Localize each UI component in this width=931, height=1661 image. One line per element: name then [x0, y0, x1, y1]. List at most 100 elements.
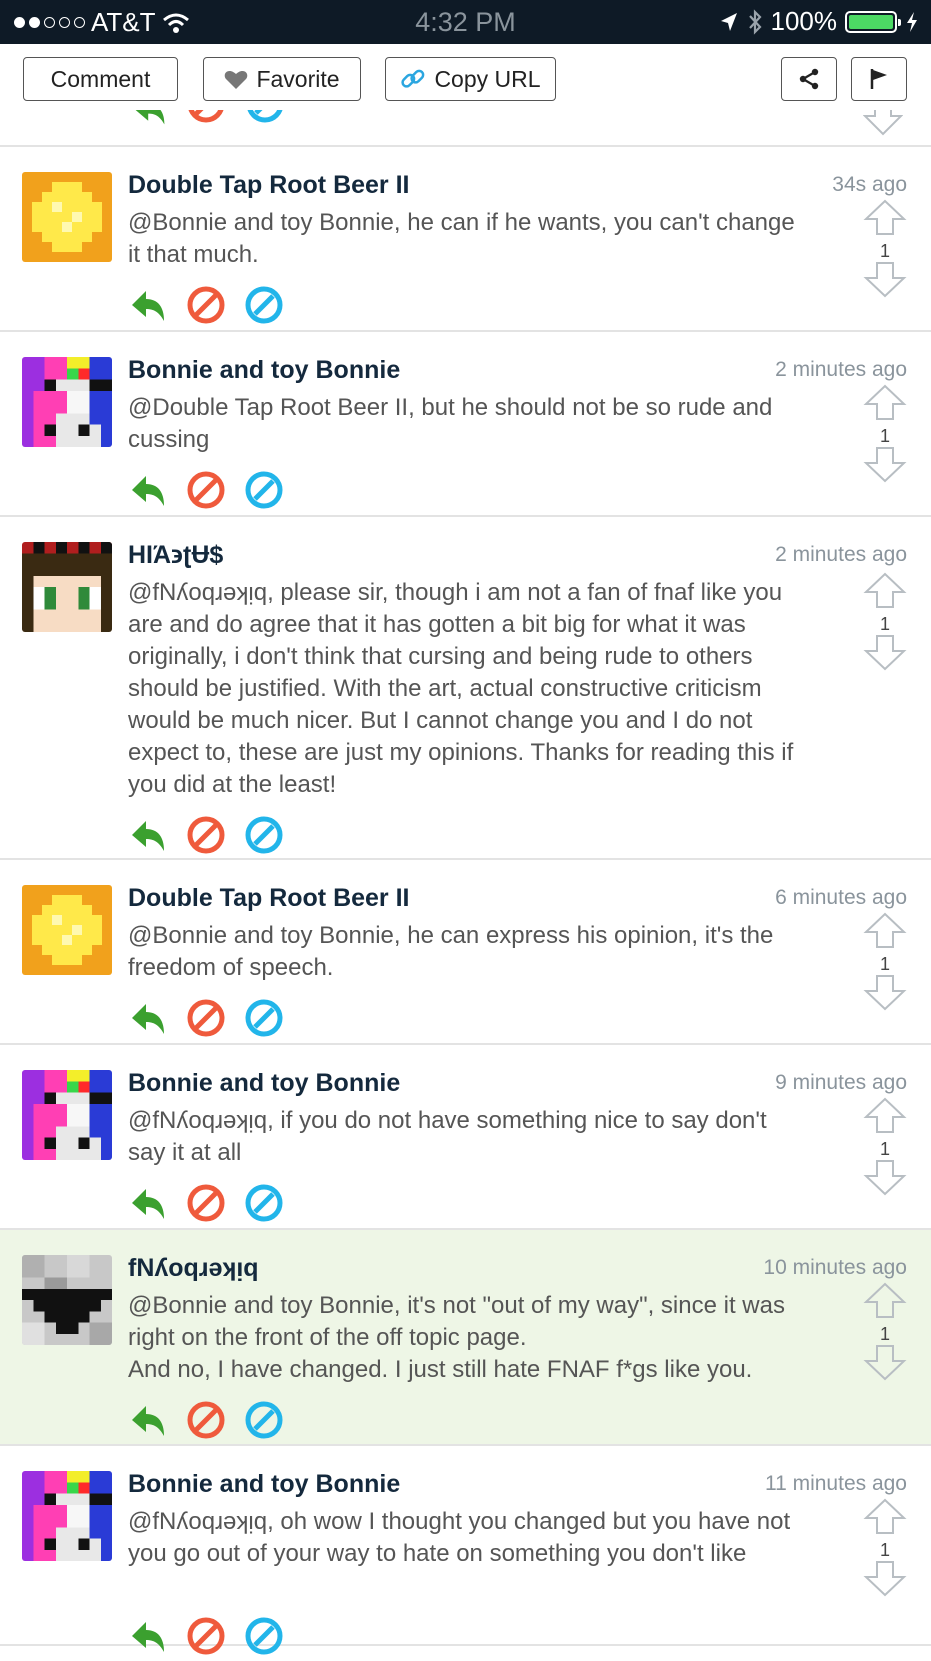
comment-author[interactable]: Double Tap Root Beer II — [128, 171, 410, 200]
share-button[interactable] — [781, 57, 837, 101]
vote-count: 1 — [879, 1540, 890, 1560]
comment-text: @Double Tap Root Beer II, but he should … — [128, 394, 773, 453]
heart-icon — [225, 71, 248, 89]
comment-item: fNʎoqɹǝʞᴉq 10 minutes ago @Bonnie and to… — [0, 1230, 931, 1446]
user-avatar[interactable] — [22, 885, 112, 975]
reply-icon[interactable] — [128, 998, 168, 1038]
ignore-icon[interactable] — [244, 998, 284, 1038]
action-toolbar: Comment Favorite Copy URL — [0, 44, 931, 110]
comment-actions — [128, 1183, 284, 1223]
upvote-icon[interactable] — [863, 199, 907, 240]
comment-text: @fNʎoqɹǝʞᴉq, please sir, though i am not… — [128, 579, 794, 798]
vote-count: 1 — [879, 614, 890, 634]
battery-percent: 100% — [770, 6, 838, 36]
charging-bolt-icon — [907, 11, 917, 32]
upvote-icon[interactable] — [863, 384, 907, 425]
favorite-button[interactable]: Favorite — [203, 57, 361, 101]
block-icon[interactable] — [186, 1183, 226, 1223]
comment-text: @Bonnie and toy Bonnie, he can express h… — [128, 922, 774, 981]
comment-actions — [128, 470, 284, 510]
comment-author[interactable]: Bonnie and toy Bonnie — [128, 356, 400, 385]
comment-text: @fNʎoqɹǝʞᴉq, if you do not have somethin… — [128, 1107, 767, 1166]
vote-control: 1 — [863, 912, 907, 1016]
vote-control: 1 — [863, 199, 907, 303]
user-avatar[interactable] — [22, 1070, 112, 1160]
block-icon[interactable] — [186, 998, 226, 1038]
vote-count: 1 — [879, 241, 890, 261]
block-icon[interactable] — [186, 470, 226, 510]
comment-author[interactable]: Double Tap Root Beer II — [128, 884, 410, 913]
comment-item: Double Tap Root Beer II 34s ago @Bonnie … — [0, 147, 931, 332]
comment-time: 10 minutes ago — [763, 1256, 907, 1279]
block-icon[interactable] — [186, 815, 226, 855]
upvote-icon[interactable] — [863, 572, 907, 613]
user-avatar[interactable] — [22, 172, 112, 262]
vote-count: 1 — [879, 426, 890, 446]
upvote-icon[interactable] — [863, 912, 907, 953]
downvote-icon[interactable] — [863, 447, 907, 488]
vote-count: 1 — [879, 1139, 890, 1159]
reply-icon[interactable] — [128, 1616, 168, 1656]
block-icon[interactable] — [186, 285, 226, 325]
copy-url-button[interactable]: Copy URL — [385, 57, 556, 101]
battery-icon — [845, 10, 901, 33]
ignore-icon[interactable] — [244, 470, 284, 510]
report-button[interactable] — [851, 57, 907, 101]
vote-control: 1 — [863, 384, 907, 488]
block-icon[interactable] — [186, 1616, 226, 1656]
vote-count: 1 — [879, 1324, 890, 1344]
reply-icon[interactable] — [128, 470, 168, 510]
downvote-icon[interactable] — [863, 262, 907, 303]
status-bar: AT&T 4:32 PM 100% — [0, 0, 931, 44]
comment-actions — [128, 1616, 284, 1656]
downvote-icon[interactable] — [863, 635, 907, 676]
reply-icon[interactable] — [128, 285, 168, 325]
comment-button[interactable]: Comment — [23, 57, 178, 101]
comment-author[interactable]: Bonnie and toy Bonnie — [128, 1069, 400, 1098]
favorite-button-label: Favorite — [256, 65, 340, 92]
comment-time: 2 minutes ago — [775, 358, 907, 381]
downvote-icon[interactable] — [863, 1160, 907, 1201]
comment-author[interactable]: Bonnie and toy Bonnie — [128, 1470, 400, 1499]
comment-time: 34s ago — [832, 173, 907, 196]
comment-text: @Bonnie and toy Bonnie, it's not "out of… — [128, 1292, 785, 1383]
ignore-icon[interactable] — [244, 285, 284, 325]
reply-icon[interactable] — [128, 1400, 168, 1440]
comment-time: 9 minutes ago — [775, 1071, 907, 1094]
vote-count: 1 — [879, 954, 890, 974]
reply-icon[interactable] — [128, 815, 168, 855]
ignore-icon[interactable] — [244, 1616, 284, 1656]
vote-control: 1 — [863, 1282, 907, 1386]
comment-text: @Bonnie and toy Bonnie, he can if he wan… — [128, 209, 795, 268]
comment-author[interactable]: ΗΙΆ϶ʈɄ$ — [128, 541, 223, 570]
ignore-icon[interactable] — [244, 815, 284, 855]
comment-author[interactable]: fNʎoqɹǝʞᴉq — [128, 1254, 259, 1283]
block-icon[interactable] — [186, 1400, 226, 1440]
user-avatar[interactable] — [22, 357, 112, 447]
comment-button-label: Comment — [50, 65, 151, 92]
downvote-icon[interactable] — [863, 1345, 907, 1386]
ignore-icon[interactable] — [244, 1183, 284, 1223]
comment-item: Bonnie and toy Bonnie 9 minutes ago @fNʎ… — [0, 1045, 931, 1230]
share-icon — [799, 68, 819, 90]
user-avatar[interactable] — [22, 542, 112, 632]
comment-item: Double Tap Root Beer II 6 minutes ago @B… — [0, 860, 931, 1045]
comment-text: @fNʎoqɹǝʞᴉq, oh wow I thought you change… — [128, 1508, 791, 1567]
user-avatar[interactable] — [22, 1471, 112, 1561]
flag-icon — [870, 69, 887, 89]
comment-time: 6 minutes ago — [775, 886, 907, 909]
upvote-icon[interactable] — [863, 1097, 907, 1138]
reply-icon[interactable] — [128, 1183, 168, 1223]
upvote-icon[interactable] — [863, 1282, 907, 1323]
downvote-icon[interactable] — [863, 975, 907, 1016]
comment-item: ΗΙΆ϶ʈɄ$ 2 minutes ago @fNʎoqɹǝʞᴉq, pleas… — [0, 517, 931, 860]
link-icon — [401, 69, 425, 88]
comment-actions — [128, 1400, 284, 1440]
comment-actions — [128, 998, 284, 1038]
comment-actions — [128, 815, 284, 855]
ignore-icon[interactable] — [244, 1400, 284, 1440]
downvote-icon[interactable] — [863, 1561, 907, 1602]
upvote-icon[interactable] — [863, 1498, 907, 1539]
user-avatar[interactable] — [22, 1255, 112, 1345]
comment-item: Bonnie and toy Bonnie 2 minutes ago @Dou… — [0, 332, 931, 517]
